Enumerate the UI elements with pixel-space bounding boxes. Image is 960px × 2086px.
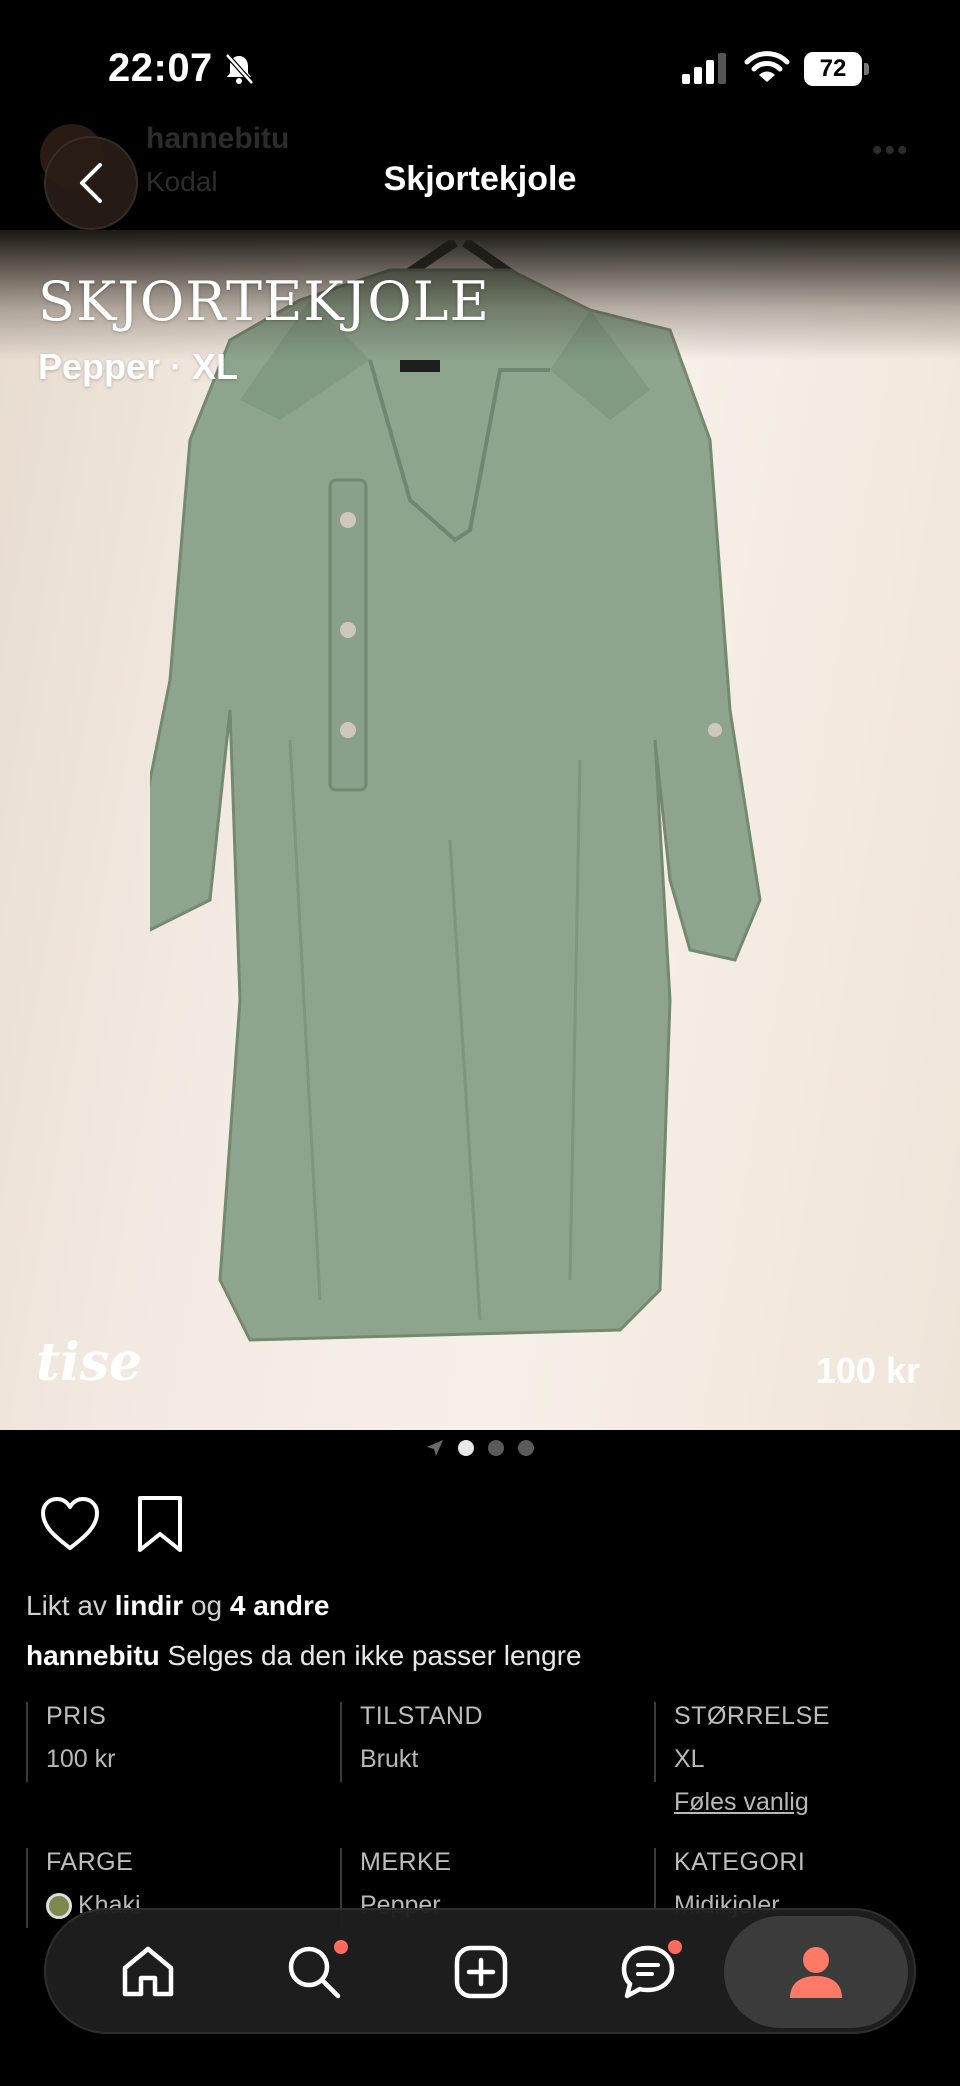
brand-label: MERKE — [360, 1848, 452, 1876]
image-subtitle: Pepper · XL — [38, 346, 239, 387]
image-title: SKJORTEKJOLE — [38, 270, 490, 333]
add-icon — [454, 1945, 508, 1999]
product-image[interactable]: SKJORTEKJOLE Pepper · XL tise 100 kr — [0, 230, 960, 1430]
nav-chat[interactable] — [598, 1924, 698, 2020]
location-arrow-icon — [427, 1440, 443, 1456]
chat-badge — [668, 1940, 682, 1954]
nav-add[interactable] — [431, 1924, 531, 2020]
bottom-nav — [44, 1908, 916, 2034]
home-icon — [122, 1946, 174, 1997]
chat-icon — [621, 1945, 675, 1999]
image-price: 100 kr — [815, 1350, 920, 1391]
bell-muted-icon — [225, 53, 254, 85]
liked-by-text: Likt av lindir og 4 andre — [26, 1590, 330, 1622]
battery-cap — [864, 63, 869, 75]
wifi-icon — [744, 51, 790, 82]
status-time: 22:07 — [108, 46, 213, 90]
liked-by-others[interactable]: 4 andre — [230, 1590, 330, 1621]
profile-icon — [790, 1947, 842, 1998]
listing-description: hannebitu Selges da den ikke passer leng… — [26, 1640, 582, 1672]
heart-icon[interactable] — [40, 1496, 100, 1552]
pager-dot-1[interactable] — [458, 1440, 474, 1456]
nav-search[interactable] — [264, 1924, 364, 2020]
tise-logo: tise — [36, 1332, 142, 1393]
nav-home[interactable] — [98, 1924, 198, 2020]
category-label: KATEGORI — [674, 1848, 806, 1876]
page-title: Skjortekjole — [383, 160, 577, 198]
battery-icon: 72 — [804, 52, 870, 86]
color-swatch — [46, 1893, 72, 1920]
attr-price: PRIS 100 kr — [26, 1702, 326, 1782]
signal-icon — [682, 53, 726, 84]
app-header: hannebitu Kodal ••• Skjortekjole — [0, 120, 960, 230]
attr-condition: TILSTAND Brukt — [340, 1702, 640, 1782]
description-text: Selges da den ikke passer lengre — [167, 1640, 582, 1671]
size-value: XL — [674, 1745, 705, 1773]
nav-profile[interactable] — [724, 1916, 908, 2028]
price-value: 100 kr — [46, 1745, 116, 1773]
condition-value: Brukt — [360, 1745, 419, 1773]
liked-by-user[interactable]: lindir — [115, 1590, 183, 1621]
size-label: STØRRELSE — [674, 1702, 830, 1730]
price-label: PRIS — [46, 1702, 107, 1730]
pager-dot-2[interactable] — [488, 1440, 504, 1456]
attr-size: STØRRELSE XL Føles vanlig — [654, 1702, 944, 1816]
status-bar: 22:07 72 — [0, 0, 960, 140]
liked-by-and: og — [190, 1590, 223, 1621]
search-icon — [288, 1946, 341, 1999]
color-label: FARGE — [46, 1848, 134, 1876]
seller-username[interactable]: hannebitu — [26, 1640, 160, 1671]
pager-dot-3[interactable] — [518, 1440, 534, 1456]
battery-level: 72 — [804, 52, 862, 86]
size-fit-link[interactable]: Føles vanlig — [674, 1788, 944, 1817]
bookmark-icon[interactable] — [134, 1494, 186, 1554]
dress-photo — [150, 240, 762, 1342]
seller-username-faded: hannebitu — [146, 122, 290, 155]
liked-by-prefix: Likt av — [26, 1590, 107, 1621]
tise-logo-text: tise — [36, 1332, 143, 1393]
image-pager — [0, 1432, 960, 1464]
search-badge — [334, 1940, 348, 1954]
condition-label: TILSTAND — [360, 1702, 483, 1730]
